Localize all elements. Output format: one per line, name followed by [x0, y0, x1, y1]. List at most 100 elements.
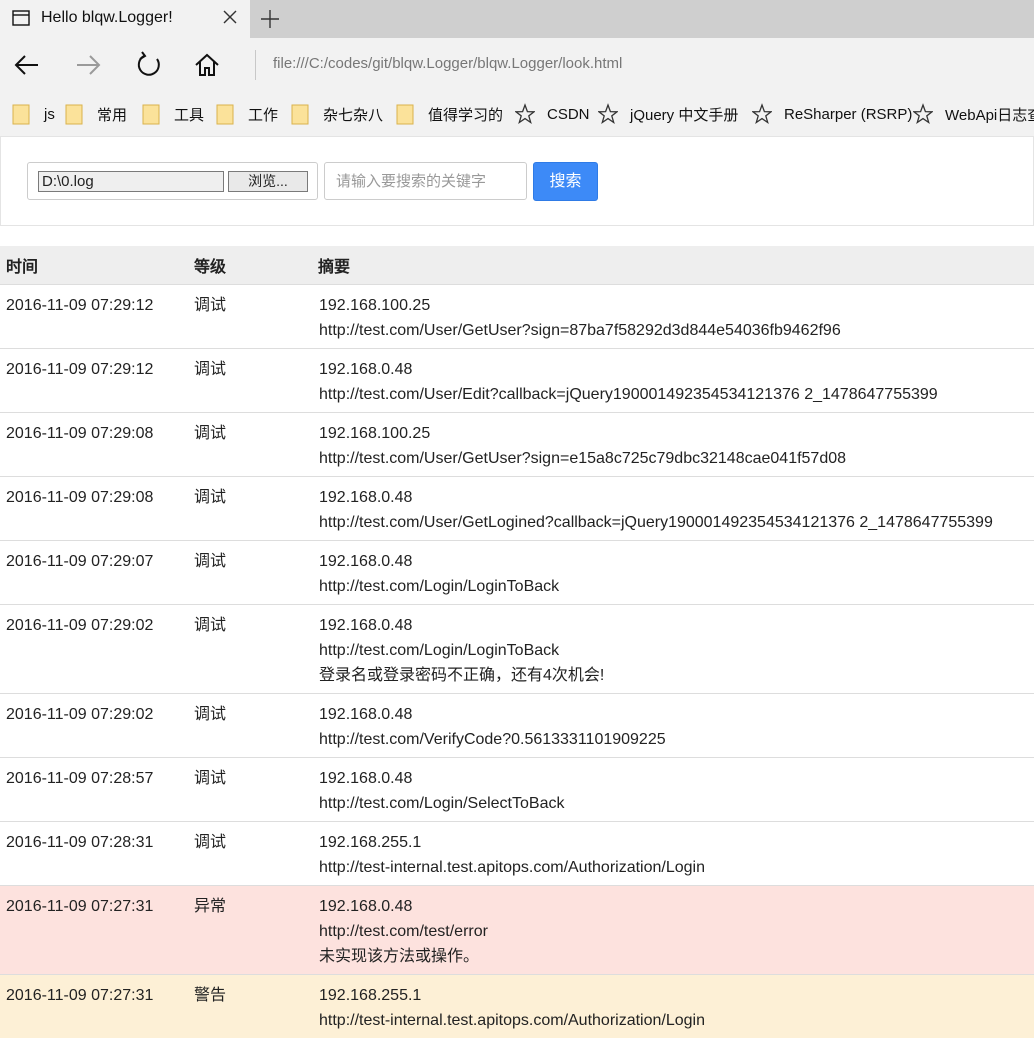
- back-icon[interactable]: [13, 51, 41, 79]
- forward-icon[interactable]: [74, 51, 102, 79]
- favorite-folder-tools[interactable]: 工具: [142, 92, 204, 136]
- log-summary: 192.168.0.48 http://test.com/User/Edit?ca…: [312, 348, 1034, 413]
- log-summary-line: 192.168.0.48: [319, 553, 413, 570]
- log-summary-line: 192.168.100.25: [319, 425, 431, 442]
- table-row: 2016-11-09 07:27:31 异常 192.168.0.48 http://…: [0, 885, 1034, 975]
- log-summary: 192.168.100.25 http://test.com/User/GetUs…: [312, 284, 1034, 349]
- favorite-label: jQuery 中文手册: [630, 106, 739, 124]
- log-summary: 192.168.255.1 http://test-internal.test.a…: [312, 974, 1034, 1038]
- log-summary-line: http://test-internal.test.apitops.com/Au…: [319, 859, 705, 876]
- log-time: 2016-11-09 07:29:02: [0, 693, 188, 758]
- favorite-folder-misc[interactable]: 杂七杂八: [291, 92, 383, 136]
- log-table-body: 2016-11-09 07:29:12 调试 192.168.100.25 http:…: [0, 284, 1034, 1038]
- favorite-folder-learning[interactable]: 值得学习的: [396, 92, 503, 136]
- log-time: 2016-11-09 07:27:31: [0, 974, 188, 1038]
- folder-icon: [65, 104, 83, 125]
- table-row: 2016-11-09 07:29:02 调试 192.168.0.48 http://…: [0, 693, 1034, 758]
- favorites-bar: js 常用 工具 工作 杂七杂八 值得学习的 CSDN jQuery 中文手册 …: [0, 92, 1034, 137]
- log-summary-line: 192.168.0.48: [319, 770, 413, 787]
- table-row: 2016-11-09 07:28:57 调试 192.168.0.48 http://…: [0, 757, 1034, 822]
- favorite-folder-common[interactable]: 常用: [65, 92, 127, 136]
- table-row: 2016-11-09 07:27:31 警告 192.168.255.1 http:/…: [0, 974, 1034, 1038]
- log-summary-line: 未实现该方法或操作。: [319, 948, 480, 965]
- log-summary-line: http://test.com/Login/LoginToBack: [319, 578, 560, 595]
- browser-tab[interactable]: Hello blqw.Logger!: [0, 0, 250, 38]
- table-row: 2016-11-09 07:29:07 调试 192.168.0.48 http://…: [0, 540, 1034, 605]
- favorite-link-csdn[interactable]: CSDN: [515, 92, 590, 136]
- star-icon: [752, 103, 772, 125]
- log-summary-line: http://test.com/Login/LoginToBack: [319, 642, 560, 659]
- log-level: 调试: [188, 604, 312, 694]
- log-summary: 192.168.0.48 http://test.com/Login/Select…: [312, 757, 1034, 822]
- log-summary-line: http://test.com/User/GetUser?sign=87ba7f…: [319, 322, 841, 339]
- table-header-row: 时间 等级 摘要: [0, 246, 1034, 285]
- log-summary-line: http://test.com/VerifyCode?0.56133311019…: [319, 731, 666, 748]
- navigation-bar: file:///C:/codes/git/blqw.Logger/blqw.Lo…: [0, 38, 1034, 92]
- log-summary-line: 192.168.0.48: [319, 898, 413, 915]
- log-time: 2016-11-09 07:27:31: [0, 885, 188, 975]
- log-summary-line: 192.168.0.48: [319, 489, 413, 506]
- log-summary-line: http://test.com/User/Edit?callback=jQuer…: [319, 386, 938, 403]
- log-level: 调试: [188, 540, 312, 605]
- tab-strip: Hello blqw.Logger!: [0, 0, 1034, 38]
- header-summary: 摘要: [312, 246, 1034, 285]
- search-button[interactable]: 搜索: [533, 162, 598, 201]
- favorite-label: 常用: [97, 106, 128, 124]
- log-summary: 192.168.0.48 http://test.com/Login/LoginT…: [312, 540, 1034, 605]
- home-icon[interactable]: [193, 51, 221, 79]
- star-icon: [598, 103, 618, 125]
- header-time: 时间: [0, 246, 188, 285]
- log-summary-line: 登录名或登录密码不正确，还有4次机会!: [319, 667, 605, 684]
- file-picker: D:\0.log 浏览...: [27, 162, 318, 200]
- log-level: 警告: [188, 974, 312, 1038]
- folder-icon: [12, 104, 30, 125]
- log-time: 2016-11-09 07:29:08: [0, 412, 188, 477]
- log-time: 2016-11-09 07:28:31: [0, 821, 188, 886]
- favorite-link-webapi[interactable]: WebApi日志查: [913, 92, 1034, 136]
- log-summary-line: http://test.com/User/GetLogined?callback…: [319, 514, 993, 531]
- new-tab-icon[interactable]: [258, 7, 282, 31]
- favorite-label: ReSharper (RSRP): [784, 105, 913, 123]
- favorite-folder-work[interactable]: 工作: [216, 92, 278, 136]
- favorite-folder-js[interactable]: js: [12, 92, 55, 136]
- file-path-field[interactable]: D:\0.log: [38, 171, 224, 192]
- folder-icon: [216, 104, 234, 125]
- favorite-label: 工具: [174, 106, 205, 124]
- log-summary-line: http://test.com/User/GetUser?sign=e15a8c…: [319, 450, 847, 467]
- favorite-link-jquery[interactable]: jQuery 中文手册: [598, 92, 738, 136]
- log-summary: 192.168.0.48 http://test.com/User/GetLogi…: [312, 476, 1034, 541]
- refresh-icon[interactable]: [135, 51, 163, 79]
- favorite-link-resharper[interactable]: ReSharper (RSRP): [752, 92, 912, 136]
- log-time: 2016-11-09 07:29:02: [0, 604, 188, 694]
- table-row: 2016-11-09 07:29:12 调试 192.168.0.48 http://…: [0, 348, 1034, 413]
- keyword-search-input[interactable]: [324, 162, 527, 200]
- table-row: 2016-11-09 07:29:02 调试 192.168.0.48 http://…: [0, 604, 1034, 694]
- log-summary-line: http://test-internal.test.apitops.com/Au…: [319, 1012, 705, 1029]
- log-time: 2016-11-09 07:29:12: [0, 284, 188, 349]
- log-summary-line: 192.168.255.1: [319, 834, 422, 851]
- log-time: 2016-11-09 07:29:07: [0, 540, 188, 605]
- log-summary: 192.168.0.48 http://test.com/Login/LoginT…: [312, 604, 1034, 694]
- header-level: 等级: [188, 246, 312, 285]
- log-table: 时间 等级 摘要 2016-11-09 07:29:12 调试 192.168.10…: [0, 246, 1034, 1038]
- log-summary-line: 192.168.0.48: [319, 361, 413, 378]
- log-summary-line: 192.168.100.25: [319, 297, 431, 314]
- favorite-label: WebApi日志查: [945, 106, 1034, 124]
- folder-icon: [142, 104, 160, 125]
- log-time: 2016-11-09 07:29:08: [0, 476, 188, 541]
- page-icon: [12, 10, 30, 26]
- address-bar[interactable]: file:///C:/codes/git/blqw.Logger/blqw.Lo…: [273, 55, 622, 72]
- search-panel: D:\0.log 浏览... 搜索: [0, 136, 1034, 226]
- star-icon: [515, 103, 535, 125]
- close-tab-icon[interactable]: [221, 8, 239, 26]
- favorite-label: CSDN: [547, 105, 590, 123]
- log-summary-line: 192.168.255.1: [319, 987, 422, 1004]
- log-level: 调试: [188, 284, 312, 349]
- log-level: 调试: [188, 412, 312, 477]
- folder-icon: [291, 104, 309, 125]
- favorite-label: 杂七杂八: [323, 106, 384, 124]
- log-summary: 192.168.0.48 http://test.com/VerifyCode?0…: [312, 693, 1034, 758]
- log-time: 2016-11-09 07:28:57: [0, 757, 188, 822]
- browse-button[interactable]: 浏览...: [228, 171, 308, 192]
- toolbar-divider: [255, 50, 256, 80]
